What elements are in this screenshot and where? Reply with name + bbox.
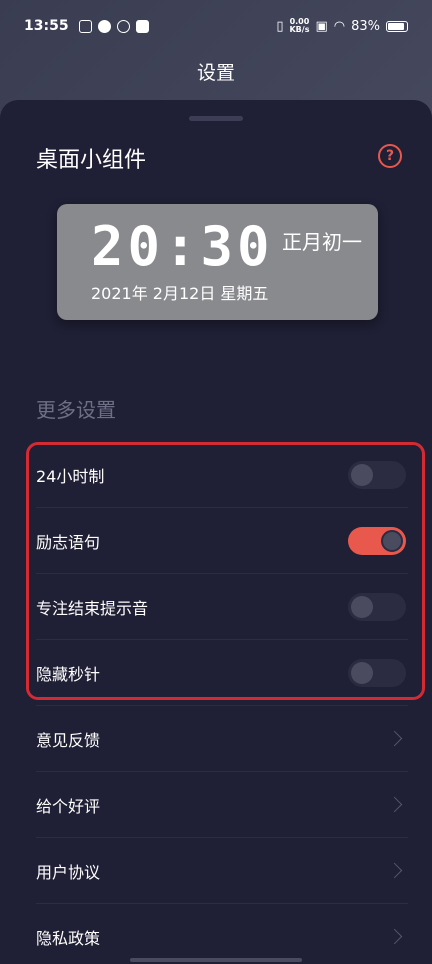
battery-percent: 83% [351,18,380,34]
toggle-motivational-quotes[interactable] [348,526,406,555]
help-icon[interactable]: ? [378,144,402,168]
wifi-icon: ◠ [333,18,346,34]
lunar-date: 正月初一 [282,230,362,254]
sim-icon: ▣ [315,18,328,34]
sheet-drag-handle[interactable] [189,116,243,121]
tiktok-icon [116,19,130,33]
setting-label: 隐藏秒针 [36,664,101,684]
clock-date: 2021年 2月12日 星期五 [91,284,269,303]
clock-time: 20:30 [91,215,274,278]
status-left: 13:55 [24,18,149,34]
link-label: 给个好评 [36,796,101,816]
toggle-focus-end-sound[interactable] [348,592,406,621]
message-icon [135,19,149,33]
setting-row-motivational-quotes[interactable]: 励志语句 [36,508,408,574]
toggle-24-hour[interactable] [348,460,406,489]
toggle-knob [351,595,373,618]
app-notification-icon [78,19,92,33]
link-label: 用户协议 [36,862,101,882]
setting-row-24-hour[interactable]: 24小时制 [36,442,408,508]
link-row-rate[interactable]: 给个好评 [36,772,408,838]
widget-section-title: 桌面小组件 [36,148,147,173]
status-time: 13:55 [24,18,69,34]
clock-widget-preview[interactable]: 20:30 正月初一 2021年 2月12日 星期五 [57,204,378,320]
chevron-right-icon [386,730,403,747]
chevron-right-icon [386,796,403,813]
link-row-privacy-policy[interactable]: 隐私政策 [36,904,408,964]
status-bar: 13:55 ▯ 0.00 KB/s ▣ ◠ 83% [0,0,432,52]
chevron-right-icon [386,862,403,879]
page-title: 设置 [196,62,235,84]
network-speed: 0.00 KB/s [289,18,309,34]
gesture-nav-bar[interactable] [130,958,302,962]
setting-row-hide-second-hand[interactable]: 隐藏秒针 [36,640,408,706]
vibrate-icon: ▯ [276,18,284,34]
link-row-user-agreement[interactable]: 用户协议 [36,838,408,904]
setting-label: 24小时制 [36,466,105,486]
toggle-hide-second-hand[interactable] [348,658,406,687]
toggle-knob [351,463,373,486]
more-settings-title: 更多设置 [36,398,116,422]
settings-sheet: 桌面小组件 ? 20:30 正月初一 2021年 2月12日 星期五 更多设置 … [0,100,432,964]
chevron-right-icon [386,928,403,945]
toggle-knob [381,529,403,552]
battery-icon [386,20,408,32]
leaf-app-icon [97,19,111,33]
link-label: 隐私政策 [36,928,101,948]
status-right: ▯ 0.00 KB/s ▣ ◠ 83% [276,18,408,34]
network-speed-unit: KB/s [289,25,310,34]
link-row-feedback[interactable]: 意见反馈 [36,706,408,772]
setting-label: 专注结束提示音 [36,598,149,618]
toggle-knob [351,661,373,684]
settings-list: 24小时制 励志语句 专注结束提示音 隐藏秒针 意见反馈 给个好评 用户协议 隐… [0,442,432,964]
setting-row-focus-end-sound[interactable]: 专注结束提示音 [36,574,408,640]
link-label: 意见反馈 [36,730,101,750]
setting-label: 励志语句 [36,532,101,552]
